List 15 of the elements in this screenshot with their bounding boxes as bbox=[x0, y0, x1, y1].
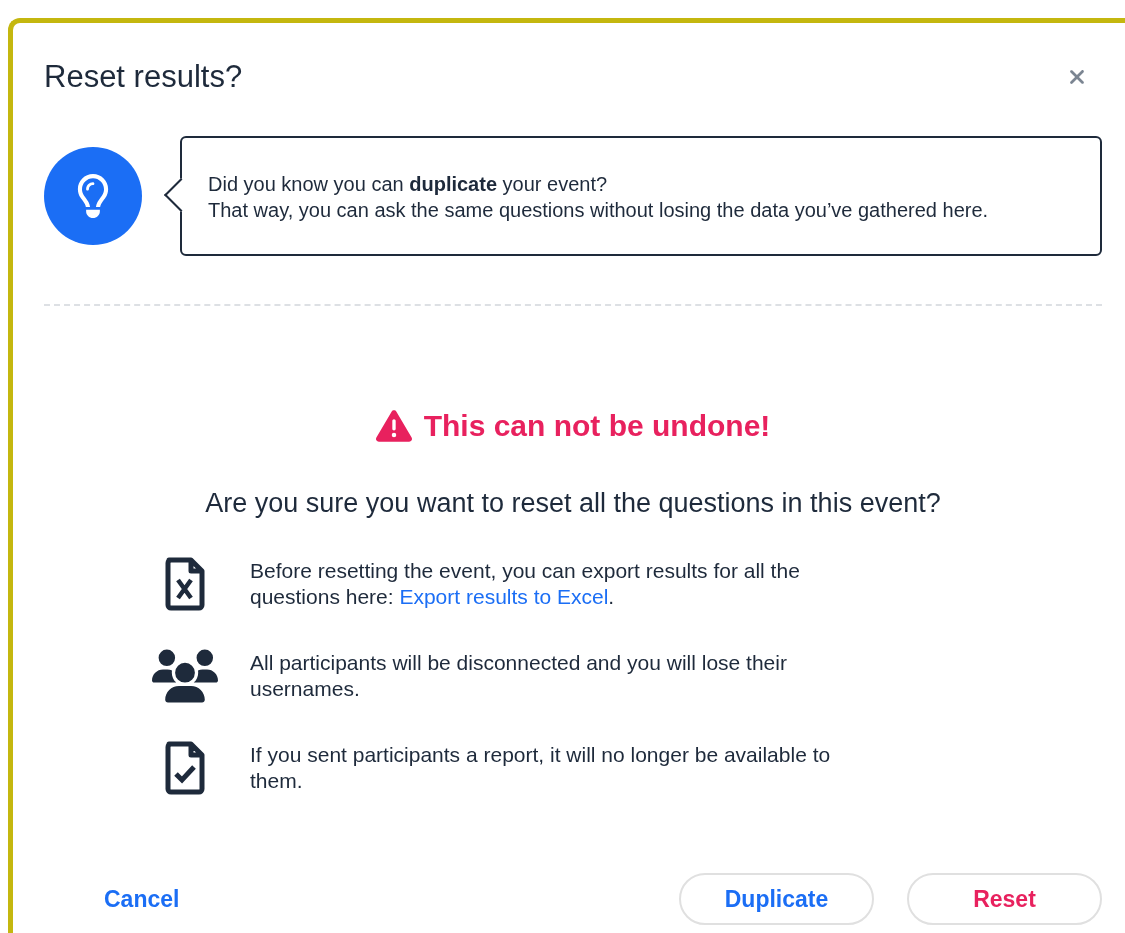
reset-button[interactable]: Reset bbox=[907, 873, 1102, 925]
cancel-button[interactable]: Cancel bbox=[104, 885, 180, 913]
tip-text: Did you know you can duplicate your event? bbox=[208, 172, 609, 197]
spreadsheet-file-icon bbox=[165, 557, 205, 611]
confirmation-question: Are you sure you want to reset all the questions in this event? bbox=[204, 488, 942, 519]
info-text: If you sent participants a report, it will no longer be available to them. bbox=[250, 742, 832, 794]
duplicate-button[interactable]: Duplicate bbox=[679, 873, 874, 925]
export-link[interactable]: Export results to Excel bbox=[399, 585, 609, 608]
warning-text: This can not be undone! bbox=[423, 409, 771, 443]
checked-file-icon bbox=[165, 741, 205, 795]
info-text: All participants will be disconnected and you will lose their usernames. bbox=[250, 650, 788, 702]
tip-text: That way, you can ask the same questions without losing the data you’ve gathered here. bbox=[208, 198, 990, 223]
info-text: Before resetting the event, you can export results for all the questions here: Export results to Excel. bbox=[250, 558, 801, 610]
warning-icon bbox=[375, 408, 412, 444]
dialog-title: Reset results? bbox=[44, 59, 243, 95]
